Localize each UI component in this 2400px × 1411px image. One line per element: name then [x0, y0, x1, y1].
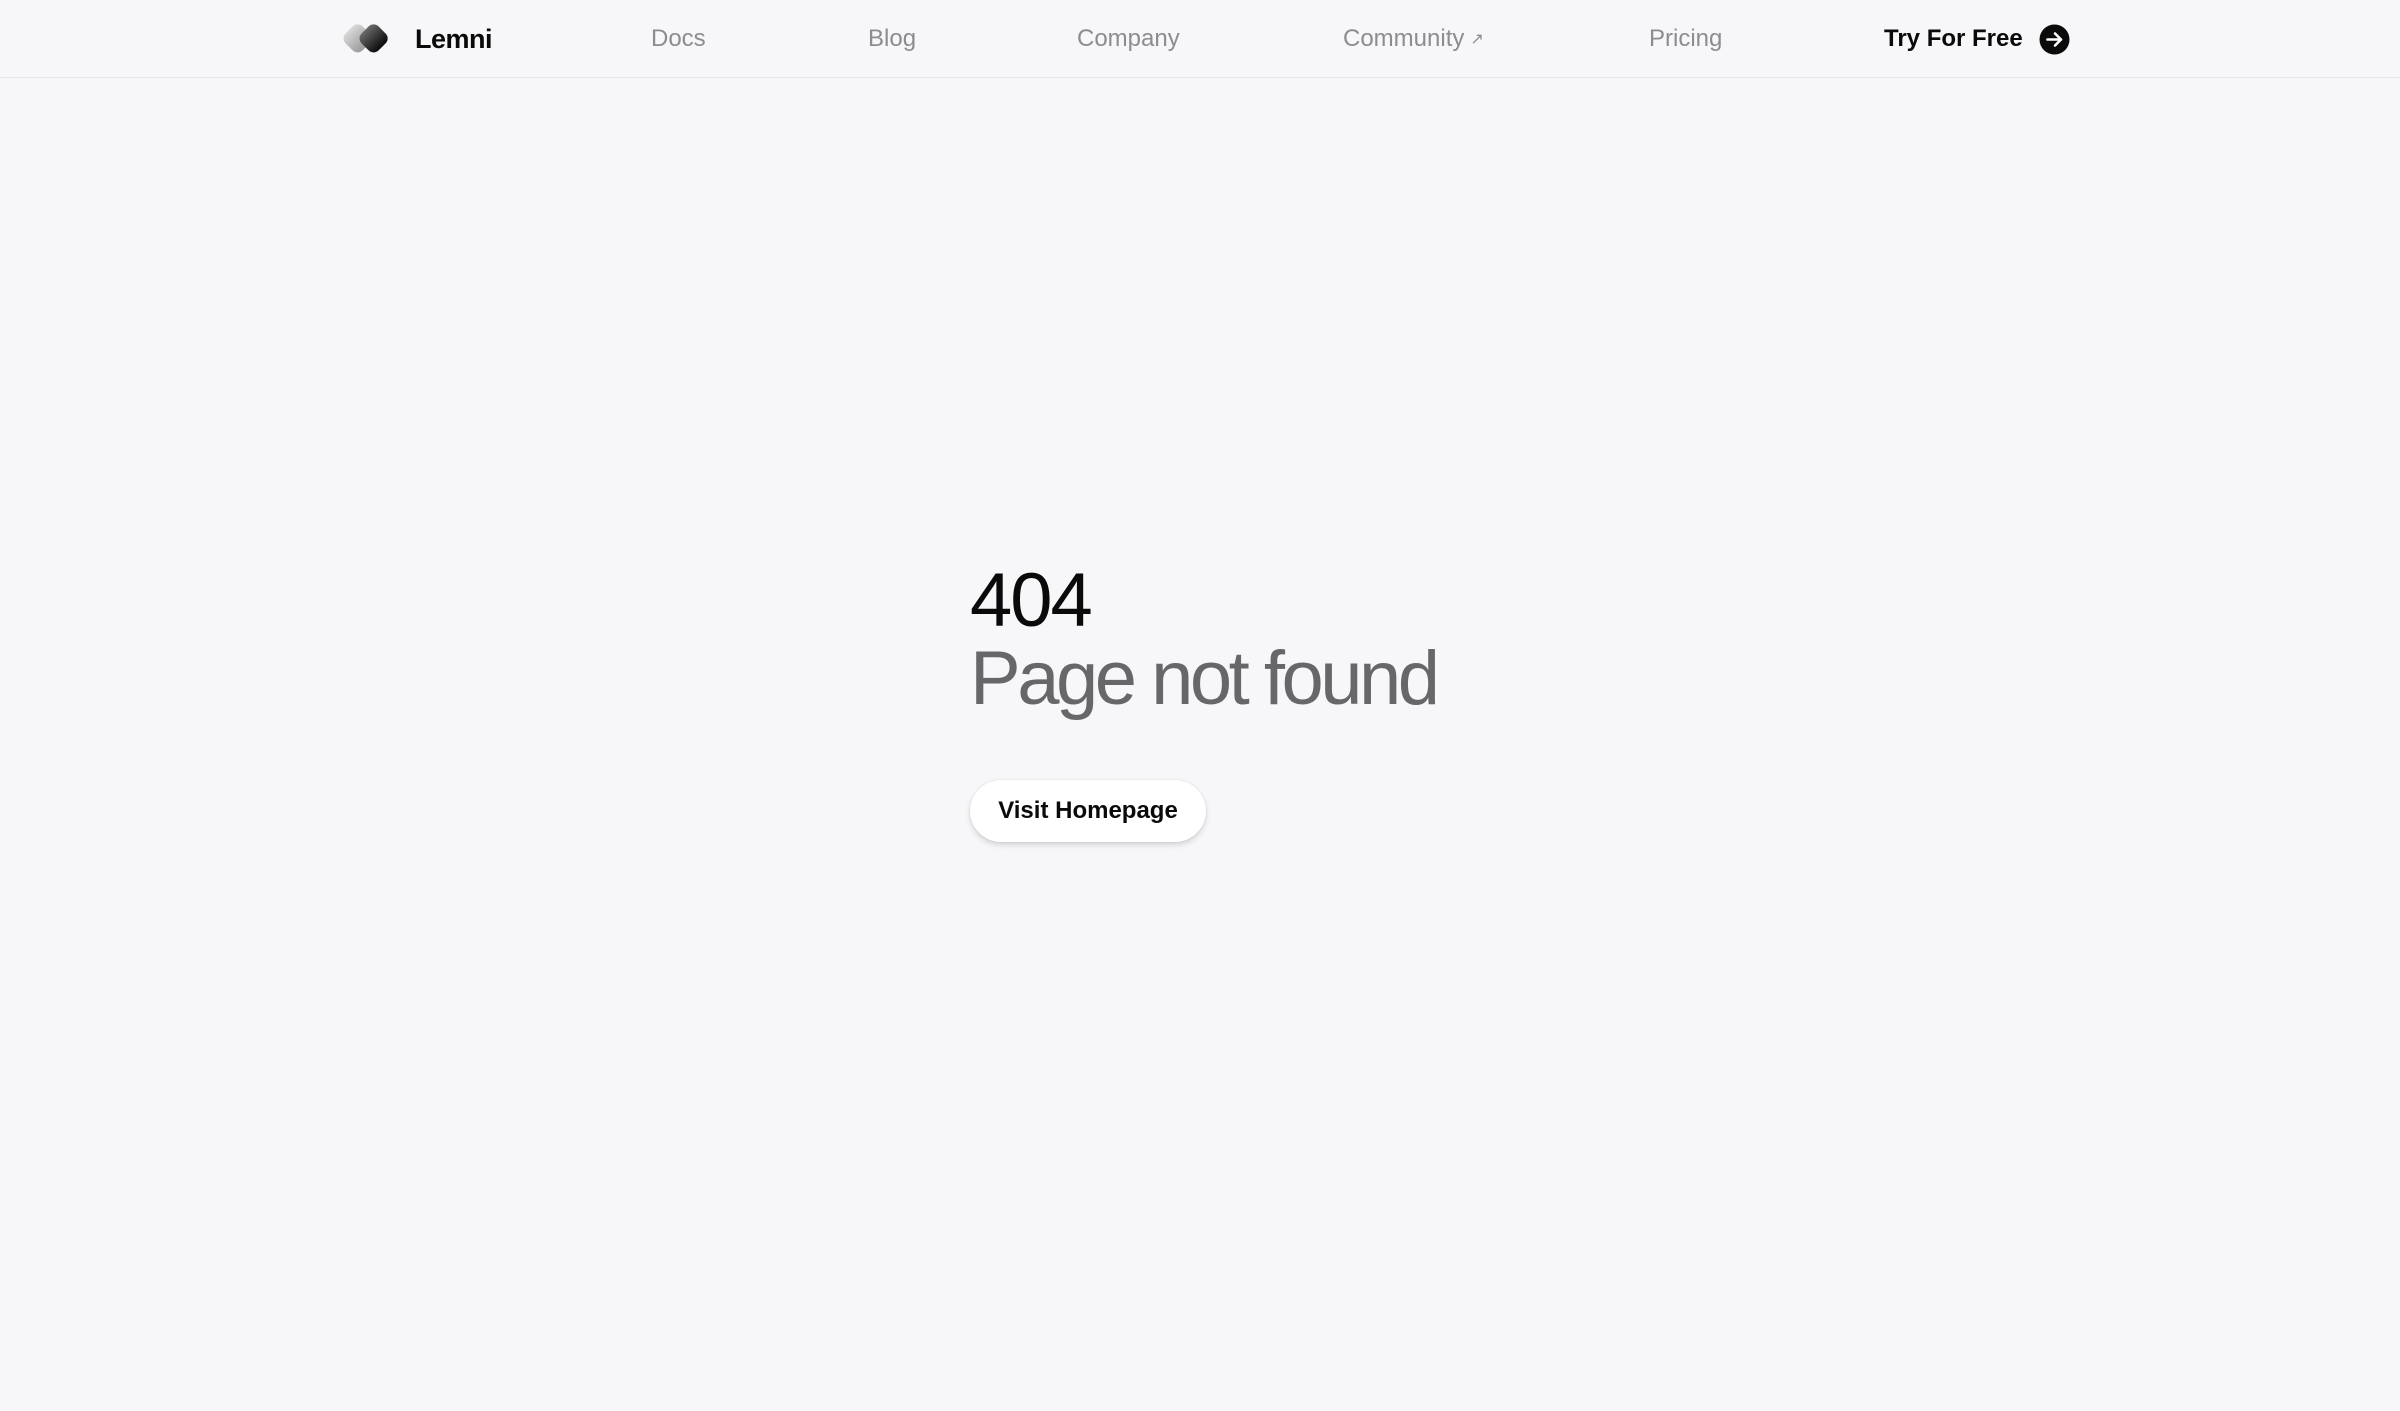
brand-home-link[interactable]: Lemni — [342, 18, 493, 60]
try-for-free-label: Try For Free — [1884, 25, 2023, 52]
arrow-up-right-icon: ↗ — [1470, 31, 1484, 48]
lemni-logo-icon — [343, 24, 388, 53]
nav-link-blog[interactable]: Blog — [868, 22, 916, 56]
page: Lemni Docs Blog Company Community ↗ Prici… — [0, 0, 2400, 1411]
nav-link-company[interactable]: Company — [1077, 22, 1180, 56]
nav-link-docs[interactable]: Docs — [651, 22, 706, 56]
try-for-free-button[interactable]: Try For Free — [1884, 22, 2070, 56]
top-navbar: Lemni Docs Blog Company Community ↗ Prici… — [0, 0, 2400, 78]
nav-link-pricing[interactable]: Pricing — [1649, 22, 1722, 56]
brand-name: Lemni — [415, 23, 493, 54]
error-title: Page not found — [970, 636, 1440, 721]
nav-link-community-label: Community — [1343, 25, 1465, 52]
visit-homepage-button[interactable]: Visit Homepage — [970, 780, 1206, 842]
error-code: 404 — [970, 558, 1093, 643]
not-found-content: 404 Page not found Visit Homepage — [970, 558, 1440, 842]
nav-link-community[interactable]: Community ↗ — [1343, 22, 1484, 57]
arrow-right-circle-icon — [2039, 24, 2070, 54]
